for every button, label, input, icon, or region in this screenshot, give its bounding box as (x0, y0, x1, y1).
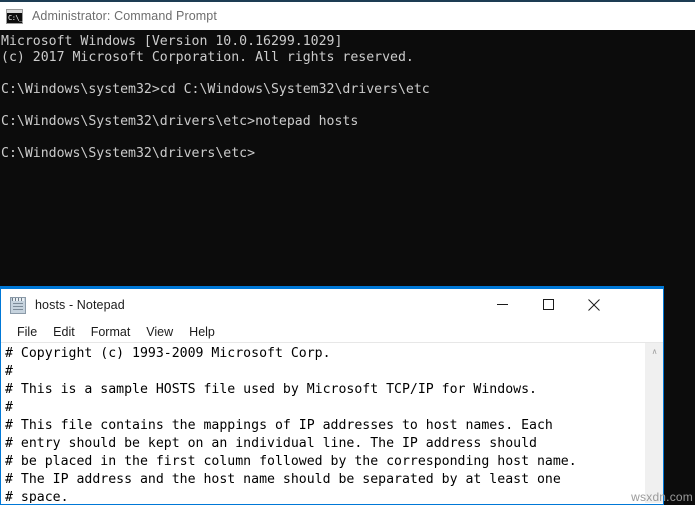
close-icon (588, 298, 600, 311)
console-line: Microsoft Windows [Version 10.0.16299.10… (1, 34, 343, 49)
menu-item-view[interactable]: View (138, 322, 181, 342)
command-prompt-title: Administrator: Command Prompt (32, 9, 217, 23)
vertical-scrollbar[interactable]: ∧ (645, 343, 663, 503)
text-line: # The IP address and the host name shoul… (5, 472, 561, 487)
text-line: # be placed in the first column followed… (5, 454, 577, 469)
notepad-icon-lines (13, 302, 23, 312)
minimize-button[interactable] (479, 289, 525, 320)
notepad-body: # Copyright (c) 1993-2009 Microsoft Corp… (1, 343, 663, 503)
watermark: wsxdn.com (631, 490, 693, 504)
text-line: # This is a sample HOSTS file used by Mi… (5, 382, 537, 397)
menu-item-format[interactable]: Format (83, 322, 139, 342)
console-line: (c) 2017 Microsoft Corporation. All righ… (1, 50, 414, 65)
notepad-window: hosts - Notepad File Edit Format View He… (0, 286, 664, 505)
maximize-button[interactable] (525, 289, 571, 320)
console-line: C:\Windows\System32\drivers\etc>notepad … (1, 114, 359, 129)
close-button[interactable] (571, 289, 617, 320)
text-line: # This file contains the mappings of IP … (5, 418, 553, 433)
maximize-icon (542, 299, 554, 310)
scrollbar-thumb[interactable] (647, 360, 662, 482)
notepad-icon-spiral (12, 297, 24, 301)
cmd-console-icon: C:\_ (6, 8, 23, 24)
menu-item-file[interactable]: File (9, 322, 45, 342)
text-line: # (5, 364, 13, 379)
notepad-document-icon (10, 296, 26, 314)
cmd-icon-glyph: C:\_ (8, 13, 23, 22)
text-line: # space. (5, 490, 69, 503)
minimize-icon (496, 304, 508, 305)
menu-item-help[interactable]: Help (181, 322, 223, 342)
scroll-up-arrow-icon[interactable]: ∧ (646, 343, 663, 360)
text-line: # Copyright (c) 1993-2009 Microsoft Corp… (5, 346, 331, 361)
console-prompt-line: C:\Windows\System32\drivers\etc> (1, 146, 256, 161)
notepad-text-area[interactable]: # Copyright (c) 1993-2009 Microsoft Corp… (1, 343, 645, 503)
console-line: C:\Windows\system32>cd C:\Windows\System… (1, 82, 430, 97)
command-prompt-titlebar[interactable]: C:\_ Administrator: Command Prompt (0, 0, 695, 30)
text-line: # (5, 400, 13, 415)
menu-item-edit[interactable]: Edit (45, 322, 83, 342)
notepad-titlebar[interactable]: hosts - Notepad (1, 289, 663, 321)
notepad-title: hosts - Notepad (35, 298, 125, 312)
text-line: # entry should be kept on an individual … (5, 436, 537, 451)
notepad-menubar: File Edit Format View Help (1, 321, 663, 343)
